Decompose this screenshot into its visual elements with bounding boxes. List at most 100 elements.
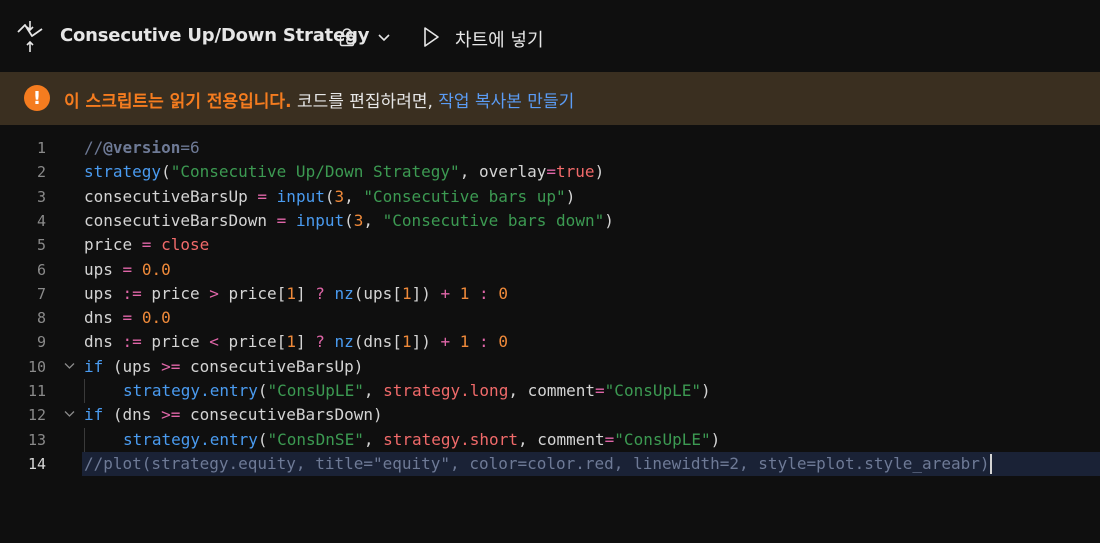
code-line[interactable]: 11 strategy.entry("ConsUpLE", strategy.lo…	[0, 379, 1100, 404]
code-token: +	[440, 332, 451, 352]
code-line[interactable]: 4 consecutiveBarsDown = input(3, "Consecu…	[0, 209, 1100, 233]
code-token: 3	[334, 186, 345, 206]
code-line[interactable]: 13 strategy.entry("ConsDnSE", strategy.sh…	[0, 427, 1100, 452]
code-line[interactable]: 2 strategy("Consecutive Up/Down Strategy"…	[0, 160, 1100, 184]
code-token: strategy	[84, 162, 162, 182]
code-token: ?	[315, 332, 325, 352]
code-token: ,	[363, 381, 384, 400]
line-number: 12	[27, 406, 46, 425]
code-token: strategy.entry	[123, 429, 258, 449]
code-text: strategy("Consecutive Up/Down Strategy",…	[84, 160, 604, 184]
make-copy-link[interactable]: 작업 복사본 만들기	[438, 92, 574, 112]
code-token: 1	[286, 283, 296, 303]
play-icon[interactable]	[421, 25, 441, 49]
code-token: 1	[401, 283, 412, 303]
code-token: 1	[401, 332, 412, 352]
code-token: (dns[	[353, 332, 402, 352]
line-number: 4	[36, 211, 46, 230]
code-token: if	[84, 405, 104, 425]
code-text: price = close	[84, 233, 209, 257]
fold-chevron-icon[interactable]	[64, 410, 75, 418]
code-token: nz	[334, 283, 354, 303]
code-token: =6	[180, 138, 200, 157]
readonly-message: 이 스크립트는 읽기 전용입니다. 코드를 편집하려면, 작업 복사본 만들기	[64, 87, 574, 112]
warning-icon: !	[24, 85, 50, 111]
code-token: =	[141, 235, 152, 255]
code-token: ?	[315, 283, 325, 303]
pine-editor-window: Consecutive Up/Down Strategy 차트에 넣기 ! 이 …	[0, 0, 1100, 543]
code-text: consecutiveBarsDown = input(3, "Consecut…	[84, 209, 614, 233]
code-token: "Consecutive bars down"	[382, 210, 605, 230]
code-line[interactable]: 9 dns := price < price[1] ? nz(dns[1]) + …	[0, 330, 1100, 354]
code-token: input	[295, 210, 345, 230]
code-line[interactable]: 1 //@version=6	[0, 136, 1100, 160]
code-token: ups	[84, 283, 123, 303]
code-line[interactable]: 12 if (dns >= consecutiveBarsDown)	[0, 403, 1100, 427]
code-token: ,	[344, 186, 364, 206]
code-token: "ConsUpLE"	[267, 381, 364, 400]
code-token: ])	[411, 283, 441, 303]
chevron-down-icon[interactable]	[376, 30, 392, 44]
code-text: dns = 0.0	[84, 306, 171, 330]
code-token: //plot(strategy.equity, title="equity", …	[84, 453, 990, 473]
readonly-notice: 이 스크립트는 읽기 전용입니다.	[64, 92, 292, 112]
code-text: ups = 0.0	[84, 258, 171, 282]
code-token: )	[594, 162, 605, 182]
code-token: //	[84, 138, 104, 157]
code-token: 0	[498, 332, 508, 352]
fold-chevron-icon[interactable]	[64, 362, 75, 370]
code-text: dns := price < price[1] ? nz(dns[1]) + 1…	[84, 330, 508, 354]
code-token: (	[161, 162, 171, 182]
code-token: ])	[411, 332, 441, 352]
code-token: consecutiveBarsUp)	[180, 356, 364, 376]
code-line[interactable]: 3 consecutiveBarsUp = input(3, "Consecuti…	[0, 185, 1100, 209]
code-token: , comment	[508, 381, 596, 400]
code-token: 0.0	[141, 308, 171, 328]
code-token: +	[440, 283, 451, 303]
editor-toolbar: Consecutive Up/Down Strategy 차트에 넣기	[0, 0, 1100, 72]
code-token: ]	[295, 332, 316, 352]
code-token: consecutiveBarsDown	[84, 210, 277, 230]
code-token: "ConsUpLE"	[604, 381, 701, 400]
code-token: 3	[353, 210, 364, 230]
code-token: :=	[122, 283, 142, 303]
code-token: (	[344, 210, 354, 230]
lock-icon[interactable]	[338, 27, 356, 47]
code-editor[interactable]: 1//@version=6 2 strategy("Consecutive Up/D…	[0, 125, 1100, 543]
code-line[interactable]: 6 ups = 0.0	[0, 258, 1100, 282]
code-token: >	[209, 283, 219, 303]
code-line[interactable]: 5 price = close	[0, 233, 1100, 257]
code-token: )	[701, 381, 711, 400]
code-line[interactable]: 14 //plot(strategy.equity, title="equity"…	[0, 451, 1100, 477]
line-number: 10	[27, 357, 46, 376]
code-line[interactable]: 10 if (ups >= consecutiveBarsUp)	[0, 355, 1100, 379]
code-token: ]	[295, 283, 316, 303]
code-token: nz	[334, 332, 354, 352]
code-token: input	[276, 186, 325, 206]
code-token: price	[141, 283, 210, 303]
code-token: )	[604, 210, 614, 230]
code-token: true	[556, 162, 595, 182]
code-token: =	[604, 429, 615, 449]
add-to-chart-button[interactable]: 차트에 넣기	[455, 26, 544, 52]
code-line[interactable]: 7 ups := price > price[1] ? nz(ups[1]) + …	[0, 282, 1100, 306]
line-number: 7	[36, 284, 46, 303]
code-token: :	[479, 332, 489, 352]
code-token: (	[257, 381, 268, 400]
code-text: if (dns >= consecutiveBarsDown)	[84, 403, 383, 427]
line-number: 5	[36, 236, 46, 255]
code-line[interactable]: 8 dns = 0.0	[0, 306, 1100, 330]
code-token: :=	[122, 332, 142, 352]
code-token: :	[479, 283, 489, 303]
script-title: Consecutive Up/Down Strategy	[60, 25, 370, 46]
code-text: strategy.entry("ConsUpLE", strategy.long…	[123, 379, 711, 403]
text-caret	[990, 454, 993, 475]
code-token: price[	[218, 283, 287, 303]
line-number: 2	[36, 163, 46, 182]
